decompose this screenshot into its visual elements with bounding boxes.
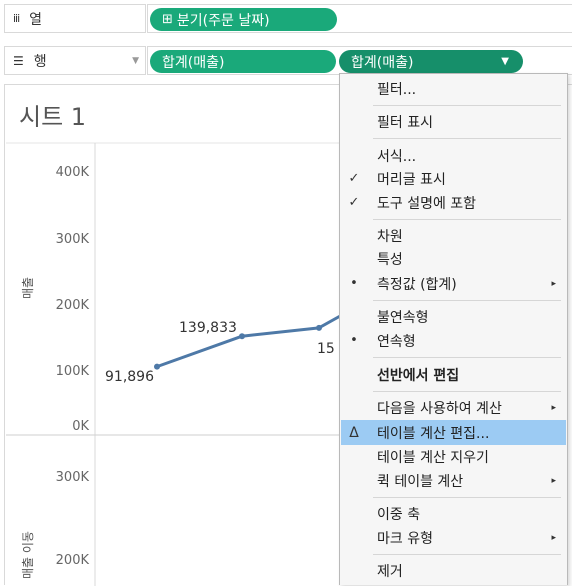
columns-shelf: iii 열 ⊞ 분기(주문 날짜) xyxy=(0,0,572,37)
data-label: 91,896 xyxy=(105,369,154,385)
pill-label: 분기(주문 날짜) xyxy=(176,12,270,29)
columns-drop-area[interactable]: ⊞ 분기(주문 날짜) xyxy=(147,4,572,33)
columns-label-text: 열 xyxy=(29,11,43,28)
pill-dropdown-icon[interactable]: ▼ xyxy=(501,56,509,67)
rows-label-text: 행 xyxy=(33,53,47,70)
menu-separator xyxy=(373,497,561,498)
menu-item-dual-axis[interactable]: 이중 축 xyxy=(341,501,566,526)
menu-item-format[interactable]: 서식... xyxy=(341,143,566,168)
submenu-arrow-icon: ▸ xyxy=(551,532,556,543)
menu-separator xyxy=(373,138,561,139)
data-point[interactable] xyxy=(239,333,245,340)
columns-icon: iii xyxy=(13,12,20,25)
bullet-icon: • xyxy=(350,276,358,291)
menu-item-clear-table-calc[interactable]: 테이블 계산 지우기 xyxy=(341,444,566,469)
quarter-order-date-pill[interactable]: ⊞ 분기(주문 날짜) xyxy=(150,8,337,31)
check-icon: ✓ xyxy=(348,171,360,186)
menu-item-show-header[interactable]: ✓ 머리글 표시 xyxy=(341,166,566,191)
menu-item-show-filter[interactable]: 필터 표시 xyxy=(341,109,566,134)
y-tick-label: 100K xyxy=(56,364,90,379)
menu-item-dimension[interactable]: 차원 xyxy=(341,223,566,248)
bullet-icon: • xyxy=(350,333,358,348)
sum-sales-pill[interactable]: 합계(매출) xyxy=(150,50,336,73)
menu-item-attribute[interactable]: 특성 xyxy=(341,246,566,271)
pill-label: 합계(매출) xyxy=(351,54,414,71)
menu-separator xyxy=(373,554,561,555)
pill-context-menu: 필터... 필터 표시 서식... ✓ 머리글 표시 ✓ 도구 설명에 포함 차… xyxy=(339,73,568,585)
menu-separator xyxy=(373,300,561,301)
expand-plus-icon[interactable]: ⊞ xyxy=(162,12,173,27)
sum-sales-pill-active[interactable]: 합계(매출) ▼ xyxy=(339,50,523,73)
pill-label: 합계(매출) xyxy=(162,54,225,71)
menu-separator xyxy=(373,219,561,220)
y-tick-label: 300K xyxy=(56,232,90,247)
rows-shelf-label: ☰ 행 ▼ xyxy=(4,46,146,75)
menu-item-discrete[interactable]: 불연속형 xyxy=(341,304,566,329)
menu-item-continuous[interactable]: • 연속형 xyxy=(341,328,566,353)
data-label: 139,833 xyxy=(179,320,237,336)
data-label: 15 xyxy=(317,341,335,357)
submenu-arrow-icon: ▸ xyxy=(551,475,556,486)
y-tick-label: 200K xyxy=(56,298,90,313)
check-icon: ✓ xyxy=(348,195,360,210)
y-axis-title: 매출 xyxy=(21,277,35,299)
menu-item-edit-in-shelf[interactable]: 선반에서 편집 xyxy=(341,362,566,387)
y-tick-label: 400K xyxy=(56,165,90,180)
menu-item-filter[interactable]: 필터... xyxy=(341,76,566,101)
menu-separator xyxy=(373,391,561,392)
rows-icon: ☰ xyxy=(13,53,24,68)
y-tick-label: 200K xyxy=(56,553,90,568)
series-segment xyxy=(155,334,244,369)
menu-item-measure[interactable]: • 측정값 (합계) ▸ xyxy=(341,271,566,296)
menu-item-edit-table-calc[interactable]: Δ 테이블 계산 편집... xyxy=(341,420,566,445)
menu-item-remove[interactable]: 제거 xyxy=(341,558,566,583)
y-tick-label: 300K xyxy=(56,470,90,485)
submenu-arrow-icon: ▸ xyxy=(551,278,556,289)
menu-separator xyxy=(373,105,561,106)
data-point[interactable] xyxy=(316,324,322,331)
dropdown-icon[interactable]: ▼ xyxy=(132,56,139,66)
menu-item-include-tooltip[interactable]: ✓ 도구 설명에 포함 xyxy=(341,190,566,215)
menu-item-compute-using[interactable]: 다음을 사용하여 계산 ▸ xyxy=(341,395,566,420)
rows-drop-area[interactable]: 합계(매출) 합계(매출) ▼ xyxy=(147,46,572,75)
delta-icon: Δ xyxy=(349,424,359,441)
menu-item-quick-table-calc[interactable]: 퀵 테이블 계산 ▸ xyxy=(341,468,566,493)
submenu-arrow-icon: ▸ xyxy=(551,402,556,413)
menu-item-mark-type[interactable]: 마크 유형 ▸ xyxy=(341,525,566,550)
data-point[interactable] xyxy=(154,363,160,370)
y-tick-label: 0K xyxy=(72,419,89,434)
menu-separator xyxy=(373,357,561,358)
series-segment xyxy=(240,326,321,338)
columns-shelf-label: iii 열 xyxy=(4,4,146,33)
y-axis-title: 매출 이동 xyxy=(21,531,35,579)
